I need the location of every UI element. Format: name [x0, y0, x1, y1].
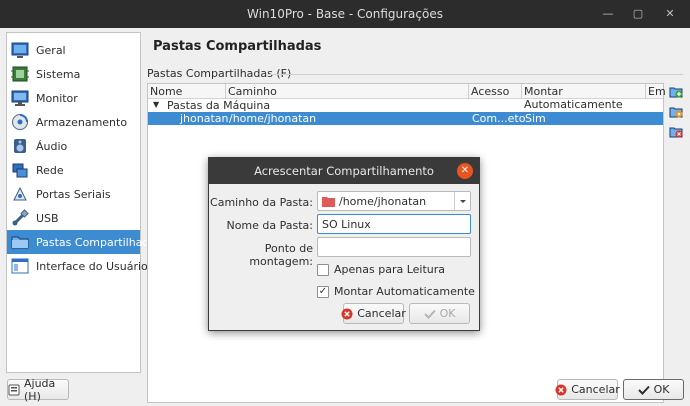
sidebar-item-system[interactable]: Sistema — [7, 62, 140, 86]
column-header-access[interactable]: Acesso — [469, 85, 509, 98]
settings-sidebar: Geral Sistema Monitor Armazenamento Áudi… — [6, 32, 162, 373]
folder-path-label: Caminho da Pasta: — [210, 196, 313, 209]
table-row[interactable]: jhonatan /home/jhonatan Com...eto Sim — [148, 112, 663, 125]
sidebar-item-storage[interactable]: Armazenamento — [7, 110, 140, 134]
expand-arrow-icon[interactable]: ▼ — [153, 100, 159, 109]
row-path: /home/jhonatan — [229, 112, 317, 125]
folder-name-input[interactable]: SO Linux — [317, 214, 471, 234]
close-window-button[interactable]: ✕ — [664, 8, 676, 20]
sidebar-item-label: Rede — [36, 163, 64, 177]
dialog-ok-button[interactable]: OK — [409, 303, 470, 324]
dialog-titlebar: Acrescentar Compartilhamento ✕ — [209, 158, 479, 184]
group-divider — [268, 74, 683, 75]
column-header-path[interactable]: Caminho — [226, 85, 277, 98]
sidebar-item-serial-ports[interactable]: Portas Seriais — [7, 182, 140, 206]
table-group-row[interactable]: ▼ Pastas da Máquina — [148, 99, 663, 112]
sidebar-item-label: Sistema — [36, 67, 81, 81]
cancel-icon — [555, 384, 567, 396]
help-button[interactable]: Ajuda (H) — [7, 376, 69, 403]
row-name: jhonatan — [180, 112, 229, 125]
add-share-dialog: Acrescentar Compartilhamento ✕ Caminho d… — [208, 157, 480, 331]
mount-point-label: Ponto de montagem: — [249, 242, 313, 268]
dialog-close-button[interactable]: ✕ — [457, 163, 473, 179]
sidebar-item-label: Geral — [36, 43, 66, 57]
cancel-button-label: Cancelar — [571, 383, 620, 396]
minimize-button[interactable]: — — [602, 8, 614, 20]
row-access: Com...eto — [472, 112, 526, 125]
storage-icon — [11, 113, 29, 131]
ok-button[interactable]: OK — [623, 379, 684, 400]
window-titlebar: Win10Pro - Base - Configurações — ▢ ✕ — [0, 0, 690, 28]
sidebar-item-usb[interactable]: USB — [7, 206, 140, 230]
folder-name-value: SO Linux — [322, 218, 371, 231]
sidebar-item-user-interface[interactable]: Interface do Usuário — [7, 254, 148, 278]
row-auto-mount: Sim — [525, 112, 546, 125]
cancel-button[interactable]: Cancelar — [555, 379, 620, 400]
folder-path-combo[interactable]: /home/jhonatan — [317, 191, 471, 211]
sidebar-item-label: Áudio — [36, 139, 68, 153]
auto-mount-label: Montar Automaticamente — [334, 285, 475, 298]
shared-folder-icon — [11, 233, 29, 251]
serial-ports-icon — [11, 185, 29, 203]
chevron-down-icon[interactable] — [454, 192, 470, 210]
add-folder-icon[interactable] — [669, 85, 683, 99]
sidebar-item-shared-folders[interactable]: Pastas Compartilhadas — [7, 230, 162, 254]
folder-path-value: /home/jhonatan — [339, 195, 427, 208]
page-title: Pastas Compartilhadas — [153, 39, 322, 54]
window-title: Win10Pro - Base - Configurações — [247, 7, 443, 21]
sidebar-item-label: USB — [36, 211, 59, 225]
column-header-name[interactable]: Nome — [148, 85, 182, 98]
maximize-button[interactable]: ▢ — [632, 8, 644, 20]
user-interface-icon — [11, 257, 29, 275]
help-button-label: Ajuda (H) — [24, 376, 56, 403]
auto-mount-checkbox[interactable]: ✓ — [317, 286, 329, 298]
monitor-icon — [11, 89, 29, 107]
sidebar-item-label: Pastas Compartilhadas — [36, 235, 162, 249]
network-icon — [11, 161, 29, 179]
column-header-at[interactable]: Em — [646, 85, 666, 98]
sidebar-item-label: Portas Seriais — [36, 187, 111, 201]
sidebar-item-general[interactable]: Geral — [7, 38, 140, 62]
help-icon — [8, 384, 20, 396]
sidebar-item-audio[interactable]: Áudio — [7, 134, 140, 158]
system-icon — [11, 65, 29, 83]
folder-name-label: Nome da Pasta: — [226, 219, 313, 232]
cancel-icon — [341, 308, 353, 320]
dialog-ok-label: OK — [439, 307, 456, 320]
sidebar-item-label: Armazenamento — [36, 115, 128, 129]
check-icon — [637, 384, 650, 396]
sidebar-item-monitor[interactable]: Monitor — [7, 86, 140, 110]
usb-icon — [11, 209, 29, 227]
table-header: Nome Caminho Acesso Montar Automaticamen… — [148, 84, 666, 111]
sidebar-item-label: Monitor — [36, 91, 78, 105]
sidebar-item-network[interactable]: Rede — [7, 158, 140, 182]
read-only-label: Apenas para Leitura — [334, 263, 446, 276]
dialog-cancel-button[interactable]: Cancelar — [341, 303, 406, 324]
folder-icon — [322, 196, 335, 210]
check-icon — [423, 308, 436, 320]
sidebar-item-label: Interface do Usuário — [36, 259, 148, 273]
edit-folder-icon[interactable] — [669, 105, 683, 119]
ok-button-label: OK — [653, 383, 670, 396]
dialog-title: Acrescentar Compartilhamento — [254, 164, 434, 178]
remove-folder-icon[interactable] — [669, 125, 683, 139]
group-row-label: Pastas da Máquina — [167, 99, 271, 112]
mount-point-input[interactable] — [317, 237, 471, 257]
read-only-checkbox[interactable] — [317, 264, 329, 276]
dialog-cancel-label: Cancelar — [357, 307, 406, 320]
audio-icon — [11, 137, 29, 155]
general-icon — [11, 41, 29, 59]
